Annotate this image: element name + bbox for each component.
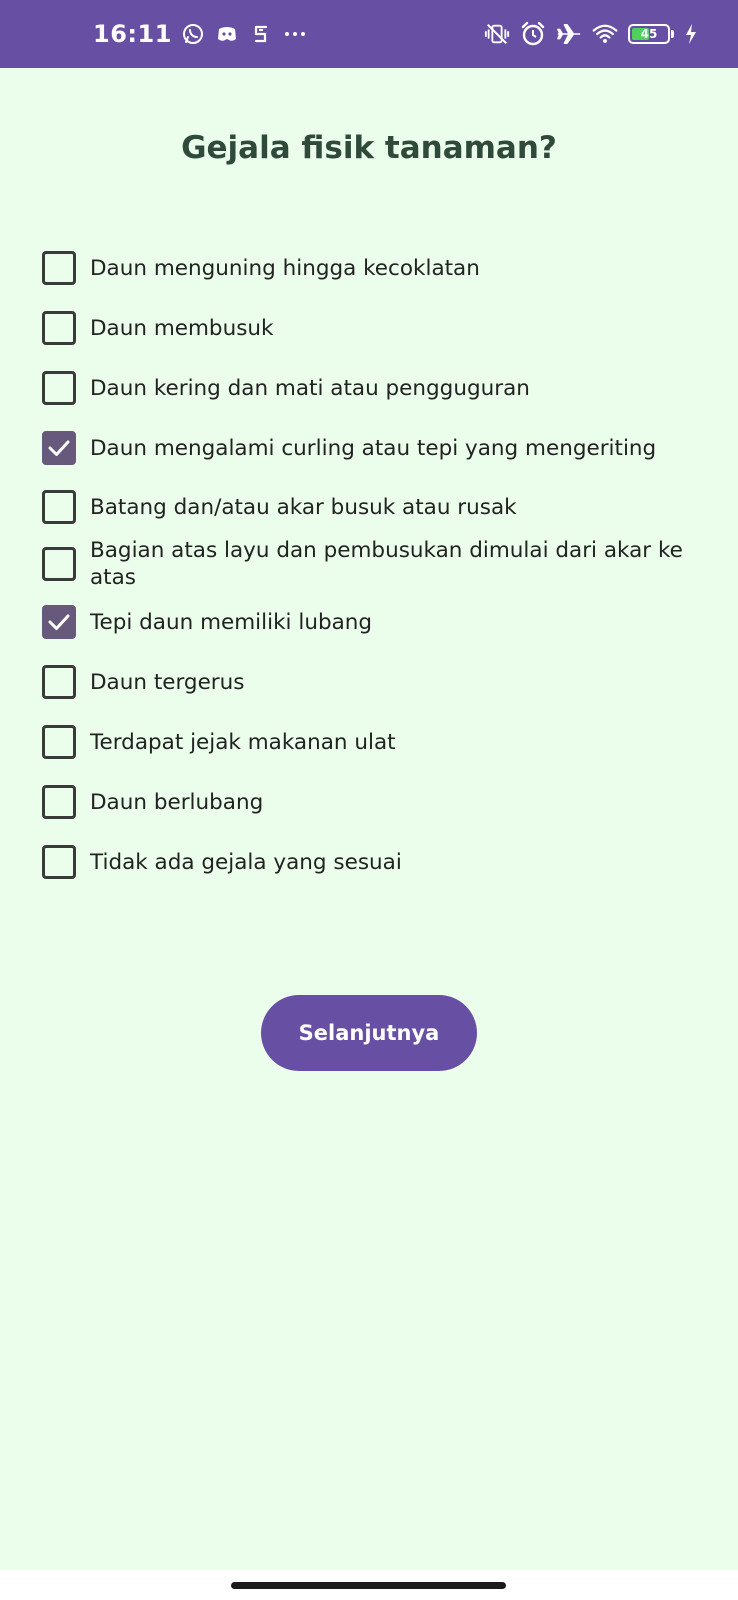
status-bar: 16:11 45	[0, 0, 738, 68]
page-title: Gejala fisik tanaman?	[181, 130, 557, 166]
checkbox-unchecked[interactable]	[42, 845, 76, 879]
wifi-icon	[592, 21, 618, 47]
checkbox-unchecked[interactable]	[42, 251, 76, 285]
checkbox-checked[interactable]	[42, 431, 76, 465]
symptom-label: Daun membusuk	[90, 315, 274, 341]
discord-icon	[214, 21, 240, 47]
app-icon	[248, 21, 274, 47]
symptom-label: Daun menguning hingga kecoklatan	[90, 255, 480, 281]
symptom-option[interactable]: Daun membusuk	[42, 298, 702, 358]
symptom-label: Daun tergerus	[90, 669, 245, 695]
symptom-option[interactable]: Batang dan/atau akar busuk atau rusak	[42, 478, 702, 536]
symptom-label: Daun kering dan mati atau pengguguran	[90, 375, 530, 401]
more-notifications-icon	[282, 21, 308, 47]
symptom-label: Terdapat jejak makanan ulat	[90, 729, 396, 755]
checkbox-unchecked[interactable]	[42, 785, 76, 819]
symptom-label: Tidak ada gejala yang sesuai	[90, 849, 402, 875]
symptom-list: Daun menguning hingga kecoklatan Daun mem…	[42, 238, 702, 892]
checkmark-icon	[48, 440, 70, 456]
symptom-option[interactable]: Daun kering dan mati atau pengguguran	[42, 358, 702, 418]
checkmark-icon	[48, 614, 70, 630]
symptom-option[interactable]: Terdapat jejak makanan ulat	[42, 712, 702, 772]
status-time: 16:11	[93, 20, 172, 48]
symptom-option[interactable]: Daun berlubang	[42, 772, 702, 832]
status-left: 16:11	[93, 0, 308, 68]
whatsapp-icon	[180, 21, 206, 47]
vibrate-off-icon	[484, 21, 510, 47]
airplane-icon	[556, 21, 582, 47]
symptom-label: Daun mengalami curling atau tepi yang me…	[90, 435, 657, 461]
symptom-option[interactable]: Daun mengalami curling atau tepi yang me…	[42, 418, 702, 478]
charging-icon	[684, 21, 698, 47]
status-right: 45	[484, 0, 698, 68]
checkbox-unchecked[interactable]	[42, 725, 76, 759]
checkbox-unchecked[interactable]	[42, 547, 76, 581]
checkbox-unchecked[interactable]	[42, 490, 76, 524]
symptom-label: Batang dan/atau akar busuk atau rusak	[90, 494, 517, 520]
checkbox-unchecked[interactable]	[42, 665, 76, 699]
symptom-option[interactable]: Bagian atas layu dan pembusukan dimulai …	[42, 536, 702, 592]
symptom-option[interactable]: Daun menguning hingga kecoklatan	[42, 238, 702, 298]
symptom-label: Tepi daun memiliki lubang	[90, 609, 373, 635]
symptom-label: Bagian atas layu dan pembusukan dimulai …	[90, 538, 683, 590]
home-indicator[interactable]	[231, 1582, 506, 1589]
checkbox-unchecked[interactable]	[42, 311, 76, 345]
battery-level: 45	[640, 27, 658, 41]
symptom-label: Daun berlubang	[90, 789, 264, 815]
symptom-option[interactable]: Tidak ada gejala yang sesuai	[42, 832, 702, 892]
alarm-icon	[520, 21, 546, 47]
battery-icon: 45	[628, 24, 674, 44]
symptom-option[interactable]: Daun tergerus	[42, 652, 702, 712]
checkbox-unchecked[interactable]	[42, 371, 76, 405]
checkbox-checked[interactable]	[42, 605, 76, 639]
next-button[interactable]: Selanjutnya	[261, 995, 477, 1071]
symptom-option[interactable]: Tepi daun memiliki lubang	[42, 592, 702, 652]
